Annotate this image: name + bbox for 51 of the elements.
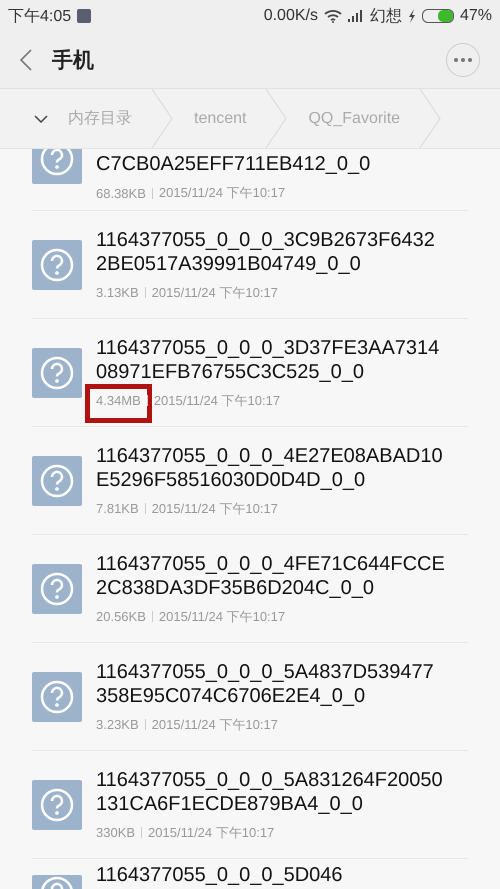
file-date: 2015/11/24 下午10:17 <box>152 284 278 302</box>
file-date: 2015/11/24 下午10:17 <box>152 500 278 518</box>
file-date: 2015/11/24 下午10:17 <box>148 824 274 842</box>
chevron-down-icon[interactable] <box>34 114 48 122</box>
file-row[interactable]: 1164377055_0_0_0_4E27E08ABAD10 E5296F58516030D0D4D_0_0 7.81KB 2015/11/24 下午10:17 <box>32 427 468 535</box>
back-icon[interactable] <box>20 49 32 71</box>
unknown-file-icon <box>32 348 82 398</box>
unknown-file-icon <box>32 456 82 506</box>
file-name: 1164377055_0_0_0_5A831264F20050 131CA6F1ECDE879BA4_0_0 <box>96 768 443 816</box>
signal-icon <box>348 10 364 22</box>
battery-percent: 47% <box>460 7 492 25</box>
unknown-file-icon <box>32 149 82 184</box>
file-size: 3.13KB <box>96 285 139 300</box>
battery-icon <box>422 9 454 23</box>
file-row[interactable]: C7CB0A25EFF711EB412_0_0 68.38KB 2015/11/24 下午10:17 <box>32 149 468 211</box>
charging-icon <box>408 9 416 23</box>
file-size: 7.81KB <box>96 501 139 516</box>
file-size: 4.34MB <box>96 393 141 408</box>
carrier-name: 幻想 <box>370 6 402 26</box>
file-row[interactable]: 1164377055_0_0_0_5D046 <box>32 859 468 889</box>
unknown-file-icon <box>32 780 82 830</box>
file-name: 1164377055_0_0_0_3C9B2673F6432 2BE0517A39991B04749_0_0 <box>96 228 435 276</box>
file-name: 1164377055_0_0_0_4E27E08ABAD10 E5296F58516030D0D4D_0_0 <box>96 444 443 492</box>
file-date: 2015/11/24 下午10:17 <box>158 608 286 626</box>
file-size: 68.38KB <box>96 186 146 200</box>
unknown-file-icon <box>32 240 82 290</box>
file-row[interactable]: 1164377055_0_0_0_5A831264F20050 131CA6F1ECDE879BA4_0_0 330KB 2015/11/24 下午10:17 <box>32 751 468 859</box>
file-size: 20.56KB <box>96 609 146 624</box>
file-date: 2015/11/24 下午10:17 <box>152 716 278 734</box>
notification-icon <box>77 9 92 23</box>
network-speed: 0.00K/s <box>264 7 318 25</box>
wifi-icon <box>324 9 342 23</box>
file-name: C7CB0A25EFF711EB412_0_0 <box>96 152 370 176</box>
more-icon <box>454 58 472 62</box>
unknown-file-icon <box>32 564 82 614</box>
more-button[interactable] <box>446 43 480 77</box>
file-row[interactable]: 1164377055_0_0_0_3C9B2673F6432 2BE0517A39991B04749_0_0 3.13KB 2015/11/24 下午10:17 <box>32 211 468 319</box>
file-size: 330KB <box>96 825 136 840</box>
file-name: 1164377055_0_0_0_5D046 <box>96 863 343 887</box>
file-size: 3.23KB <box>96 717 139 732</box>
file-name: 1164377055_0_0_0_4FE71C644FCCE 2C838DA3DF35B6D204C_0_0 <box>96 552 445 600</box>
file-name: 1164377055_0_0_0_3D37FE3AA7314 08971EFB76755C3C525_0_0 <box>96 336 440 384</box>
page-title: 手机 <box>52 48 95 74</box>
file-row[interactable]: 1164377055_0_0_0_5A4837D539477 358E95C074C6706E2E4_0_0 3.23KB 2015/11/24 下午10:17 <box>32 643 468 751</box>
file-row[interactable]: 1164377055_0_0_0_3D37FE3AA7314 08971EFB76755C3C525_0_0 4.34MB 2015/11/24 下午10:17 <box>32 319 468 427</box>
status-time: 下午4:05 <box>8 6 72 26</box>
file-name: 1164377055_0_0_0_5A4837D539477 358E95C074C6706E2E4_0_0 <box>96 660 434 708</box>
file-date: 2015/11/24 下午10:17 <box>154 392 280 410</box>
file-date: 2015/11/24 下午10:17 <box>158 184 286 202</box>
file-row[interactable]: 1164377055_0_0_0_4FE71C644FCCE 2C838DA3DF35B6D204C_0_0 20.56KB 2015/11/24 下午10:17 <box>32 535 468 643</box>
unknown-file-icon <box>32 672 82 722</box>
